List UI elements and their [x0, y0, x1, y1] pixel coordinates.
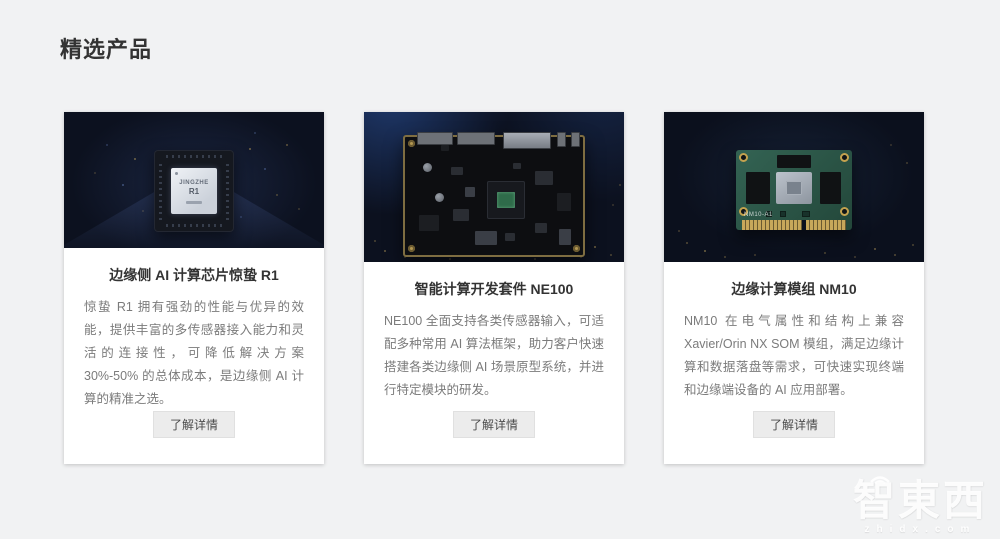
board-connector — [417, 132, 453, 145]
product-card-jingzhe-r1[interactable]: JINGZHE R1 边缘侧 AI 计算芯片惊蛰 R1 惊蛰 R1 拥有强劲的性… — [64, 112, 324, 464]
component — [453, 209, 469, 221]
product-card-ne100[interactable]: 智能计算开发套件 NE100 NE100 全面支持各类传感器输入，可适配多种常用… — [364, 112, 624, 464]
learn-more-button[interactable]: 了解详情 — [452, 411, 535, 438]
module-soc-die — [786, 181, 802, 195]
edge-connector-fingers — [742, 220, 846, 230]
learn-more-button[interactable]: 了解详情 — [152, 411, 235, 438]
card-body: 边缘计算模组 NM10 NM10 在电气属性和结构上兼容 Xavier/Orin… — [664, 262, 924, 464]
chip-die-brand-mark — [186, 200, 202, 204]
watermark-logo-text: 智東西 — [852, 477, 988, 524]
chip-pins-left — [159, 162, 162, 220]
component — [780, 211, 786, 217]
zhidx-watermark: 智東西 zhidx.com — [853, 471, 988, 535]
product-title: 智能计算开发套件 NE100 — [414, 281, 574, 297]
component — [465, 187, 475, 197]
chip-illustration: JINGZHE R1 — [154, 150, 234, 232]
component — [451, 167, 463, 175]
product-description: NE100 全面支持各类传感器输入，可适配多种常用 AI 算法框架，助力客户快速… — [384, 314, 604, 397]
card-body: 边缘侧 AI 计算芯片惊蛰 R1 惊蛰 R1 拥有强劲的性能与优异的效能，提供丰… — [64, 248, 324, 464]
chip-die: JINGZHE R1 — [171, 168, 217, 214]
learn-more-button[interactable]: 了解详情 — [752, 411, 835, 438]
board-connector-small — [571, 132, 580, 147]
chip-pins-right — [226, 162, 229, 220]
component — [559, 229, 571, 245]
featured-products-row: JINGZHE R1 边缘侧 AI 计算芯片惊蛰 R1 惊蛰 R1 拥有强劲的性… — [64, 112, 924, 464]
screw-hole — [408, 140, 415, 147]
board-connector — [457, 132, 495, 145]
product-description: 惊蛰 R1 拥有强劲的性能与优异的效能，提供丰富的多传感器接入能力和灵活的连接性… — [84, 300, 304, 406]
watermark-domain: zhidx.com — [864, 524, 977, 535]
screw-hole — [573, 245, 580, 252]
product-image-devkit-board — [364, 112, 624, 262]
product-card-nm10[interactable]: NM10-A1 边缘计算模组 NM10 NM10 在电气属性和结构上兼容 Xav… — [664, 112, 924, 464]
memory-chip — [820, 172, 841, 204]
board-soc-chip — [487, 181, 525, 219]
page-title: 精选产品 — [60, 37, 153, 62]
card-body: 智能计算开发套件 NE100 NE100 全面支持各类传感器输入，可适配多种常用… — [364, 262, 624, 464]
component — [441, 145, 449, 151]
mounting-hole — [840, 207, 849, 216]
product-title: 边缘计算模组 NM10 — [731, 281, 857, 297]
product-image-som-module: NM10-A1 — [664, 112, 924, 262]
connector-notch — [802, 220, 807, 230]
devkit-board-illustration — [403, 132, 585, 257]
pin1-marker-dot — [175, 172, 178, 175]
chip-pins-bottom — [166, 224, 222, 227]
product-description: NM10 在电气属性和结构上兼容 Xavier/Orin NX SOM 模组，满… — [684, 314, 904, 397]
capacitor — [435, 193, 444, 202]
component — [513, 163, 521, 169]
chip-die-label-line2: R1 — [188, 186, 200, 196]
board-connector-silver — [503, 132, 551, 149]
board-silkscreen-label: NM10-A1 — [744, 212, 773, 218]
memory-chip — [746, 172, 770, 204]
mounting-hole — [840, 153, 849, 162]
board-soc-die — [497, 192, 515, 208]
chip-pins-top — [166, 155, 222, 158]
component — [557, 193, 571, 211]
component — [505, 233, 515, 241]
chip-die-label-line1: JINGZHE — [179, 179, 209, 186]
module-top-chip — [777, 155, 811, 168]
sparkle-dust — [794, 240, 796, 242]
component — [802, 211, 810, 217]
component — [419, 215, 439, 231]
component — [535, 223, 547, 233]
component — [475, 231, 497, 245]
board-connector-small — [557, 132, 566, 147]
som-module-illustration: NM10-A1 — [736, 150, 852, 230]
capacitor — [423, 163, 432, 172]
mounting-hole — [739, 153, 748, 162]
component — [535, 171, 553, 185]
module-soc-chip — [776, 172, 812, 204]
product-image-chip: JINGZHE R1 — [64, 112, 324, 248]
screw-hole — [408, 245, 415, 252]
product-title: 边缘侧 AI 计算芯片惊蛰 R1 — [109, 267, 279, 283]
